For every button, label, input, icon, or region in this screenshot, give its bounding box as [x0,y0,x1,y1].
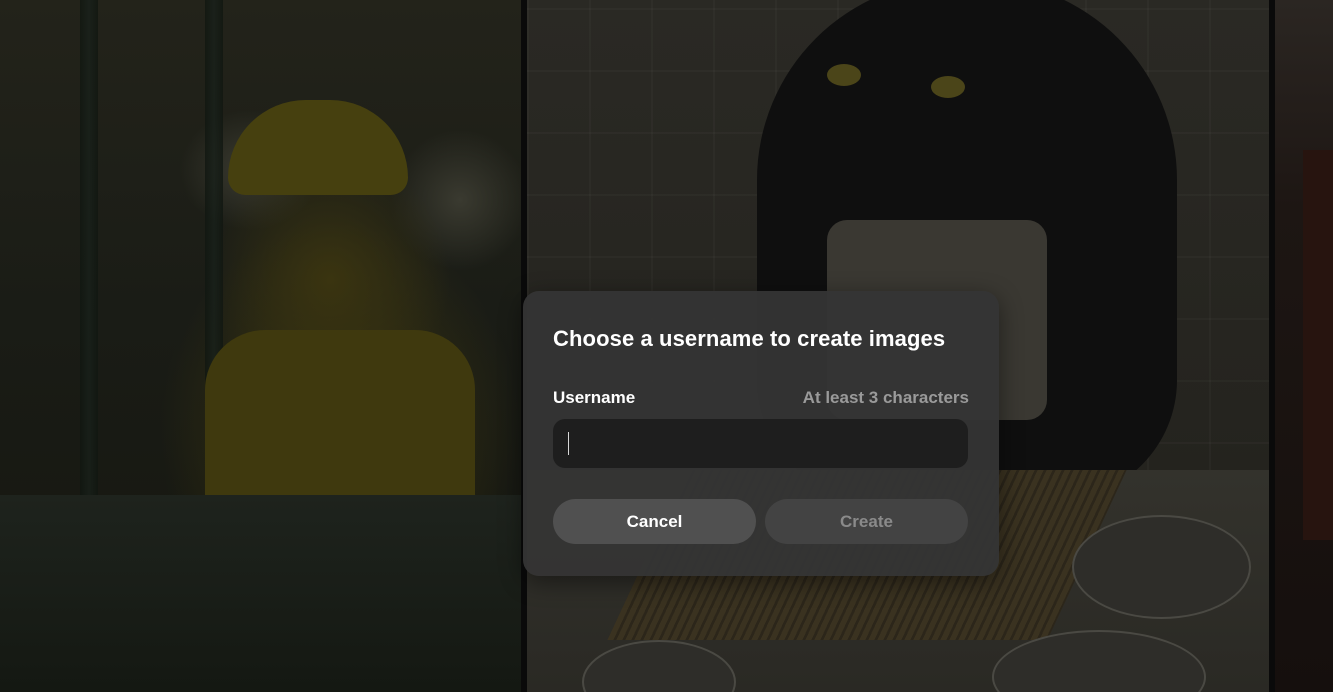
username-input[interactable] [553,419,968,468]
background-counter [0,495,521,692]
background-image-koala [0,0,521,692]
username-dialog: Choose a username to create images Usern… [523,291,999,576]
background-wall [1303,150,1333,540]
koala-cap [228,100,408,195]
app-stage: Choose a username to create images Usern… [0,0,1333,692]
dialog-title: Choose a username to create images [553,326,946,351]
bowl [1072,515,1251,619]
background-image-interior [1275,0,1333,692]
create-button[interactable]: Create [765,499,968,544]
cat-eye [827,64,861,86]
dialog-actions: Cancel Create [553,499,968,544]
cat-eye [931,76,965,98]
username-label-row: Username At least 3 characters [553,388,969,408]
username-hint: At least 3 characters [802,388,969,407]
text-caret [568,432,569,455]
username-label: Username [553,388,636,407]
cancel-button[interactable]: Cancel [553,499,756,544]
username-input-container [553,419,968,468]
